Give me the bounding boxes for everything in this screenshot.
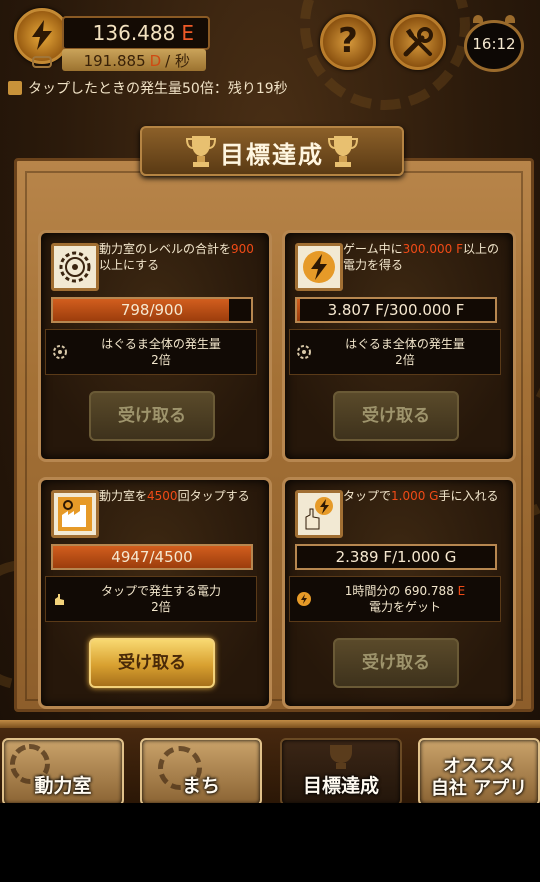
tap-energy-icon [305,497,333,530]
tab-label: 動力室 [34,775,92,797]
goal-icon-frame [295,243,343,291]
reward-box: 1時間分の 690.788 E 電力をゲット [289,576,501,622]
goal-text: ゲーム中に [343,242,403,256]
bottom-nav: 動力室 まち 目標達成 オススメ 自社 アプリ [0,720,540,803]
title-banner: 目標達成 [140,126,404,176]
goal-description: タップで1.000 G手に入れる [343,488,507,504]
wrench-screwdriver-icon [403,27,433,57]
tab-label: オススメ 自社 アプリ [420,756,538,800]
settings-button[interactable] [390,14,446,70]
nav-rail [0,720,540,728]
help-button[interactable]: ? [320,14,376,70]
trophy-icon [330,745,352,769]
tab-label: まち [181,775,220,797]
clock-bell [473,15,483,23]
goal-description: 動力室のレベルの合計を900 以上にする [99,241,263,273]
energy-counter: 136.488 E [62,16,210,50]
reward-box: はぐるま全体の発生量 2倍 [45,329,257,375]
rate-counter: 191.885 D / 秒 [62,49,206,71]
claim-button[interactable]: 受け取る [333,391,459,441]
goal-icon-frame [295,490,343,538]
tap-bonus-icon [8,81,22,95]
tab-power-room[interactable]: 動力室 [2,738,124,803]
tab-label-line1: オススメ [443,756,515,777]
game-screen: 136.488 E 191.885 D / 秒 ? 16:12 タップしたときの発生量… [0,0,540,803]
gear-icon [53,345,67,359]
goal-progress-bar: 2.389 F/1.000 G [295,544,497,570]
goal-text: 動力室のレベルの合計を [99,242,232,256]
goal-text: 動力室を [99,489,148,503]
goal-progress-bar: 3.807 F/300.000 F [295,297,497,323]
reward-box: はぐるま全体の発生量 2倍 [289,329,501,375]
clock-time: 16:12 [472,35,516,53]
progress-text: 2.389 F/1.000 G [335,548,457,566]
question-icon: ? [338,21,358,61]
reward-line1: はぐるま全体の発生量 [345,337,465,351]
claim-button[interactable]: 受け取る [333,638,459,688]
goal-card: ゲーム中に300.000 F以上の電力を得る 3.807 F/300.000 F… [282,230,516,462]
goal-description: 動力室を4500回タップする [99,488,263,504]
clock-bell [505,15,515,23]
goal-text: 以上にする [99,258,160,272]
tap-bonus-status: タップしたときの発生量50倍：残り19秒 [8,78,288,98]
progress-text: 4947/4500 [111,548,193,566]
trophy-icon [328,136,358,167]
rate-value: 191.885 [83,52,146,70]
reward-line2: 2倍 [151,600,171,614]
clock: 16:12 [464,15,524,72]
lightning-icon [297,592,311,606]
tap-icon [55,594,64,605]
reward-box: タップで発生する電力 2倍 [45,576,257,622]
reward-unit: E [457,584,466,598]
goal-card: 動力室のレベルの合計を900 以上にする 798/900 はぐるま全体の発生量 2倍… [38,230,272,462]
goal-icon-frame [51,490,99,538]
rate-suffix: / 秒 [165,52,190,70]
tab-goals[interactable]: 目標達成 [280,738,402,803]
goal-target: 1.000 G [391,489,439,503]
rate-unit: D [149,52,162,70]
energy-unit: E [181,21,194,45]
goal-target: 900 [231,242,254,256]
tab-label: 目標達成 [302,775,379,797]
goal-description: ゲーム中に300.000 F以上の電力を得る [343,241,507,273]
goal-card: タップで1.000 G手に入れる 2.389 F/1.000 G 1時間分の 6… [282,477,516,709]
claim-button[interactable]: 受け取る [89,391,215,441]
goal-text: 手に入れる [438,489,499,503]
reward-line1: タップで発生する電力 [100,584,221,598]
goal-progress-bar: 4947/4500 [51,544,253,570]
gear-icon [297,345,311,359]
gear-icon [59,251,91,283]
energy-value: 136.488 [92,21,176,45]
goal-icon-frame [51,243,99,291]
tab-label-line2: 自社 アプリ [430,778,528,799]
claim-button[interactable]: 受け取る [89,638,215,688]
goal-card: 動力室を4500回タップする 4947/4500 タップで発生する電力 2倍 受け… [38,477,272,709]
goal-text: タップで [343,489,392,503]
goal-progress-bar: 798/900 [51,297,253,323]
reward-line2: 2倍 [151,353,171,367]
goal-target: 300.000 F [402,242,463,256]
reward-line2: 2倍 [395,353,415,367]
reward-line1: はぐるま全体の発生量 [101,337,221,351]
chain-link [32,56,52,68]
tap-bonus-text: タップしたときの発生量50倍：残り19秒 [28,81,288,97]
tap-factory-icon [58,497,92,531]
progress-text: 3.807 F/300.000 F [327,301,465,319]
tab-town[interactable]: まち [140,738,262,803]
reward-line1: 1時間分の 690.788 [344,584,454,598]
lightning-icon [303,251,335,283]
goal-target: 4500 [147,489,178,503]
tab-recommended-apps[interactable]: オススメ 自社 アプリ [418,738,540,803]
reward-line2: 電力をゲット [368,600,441,614]
goal-text: 回タップする [177,489,250,503]
page-title: 目標達成 [220,141,324,169]
progress-text: 798/900 [120,301,184,319]
